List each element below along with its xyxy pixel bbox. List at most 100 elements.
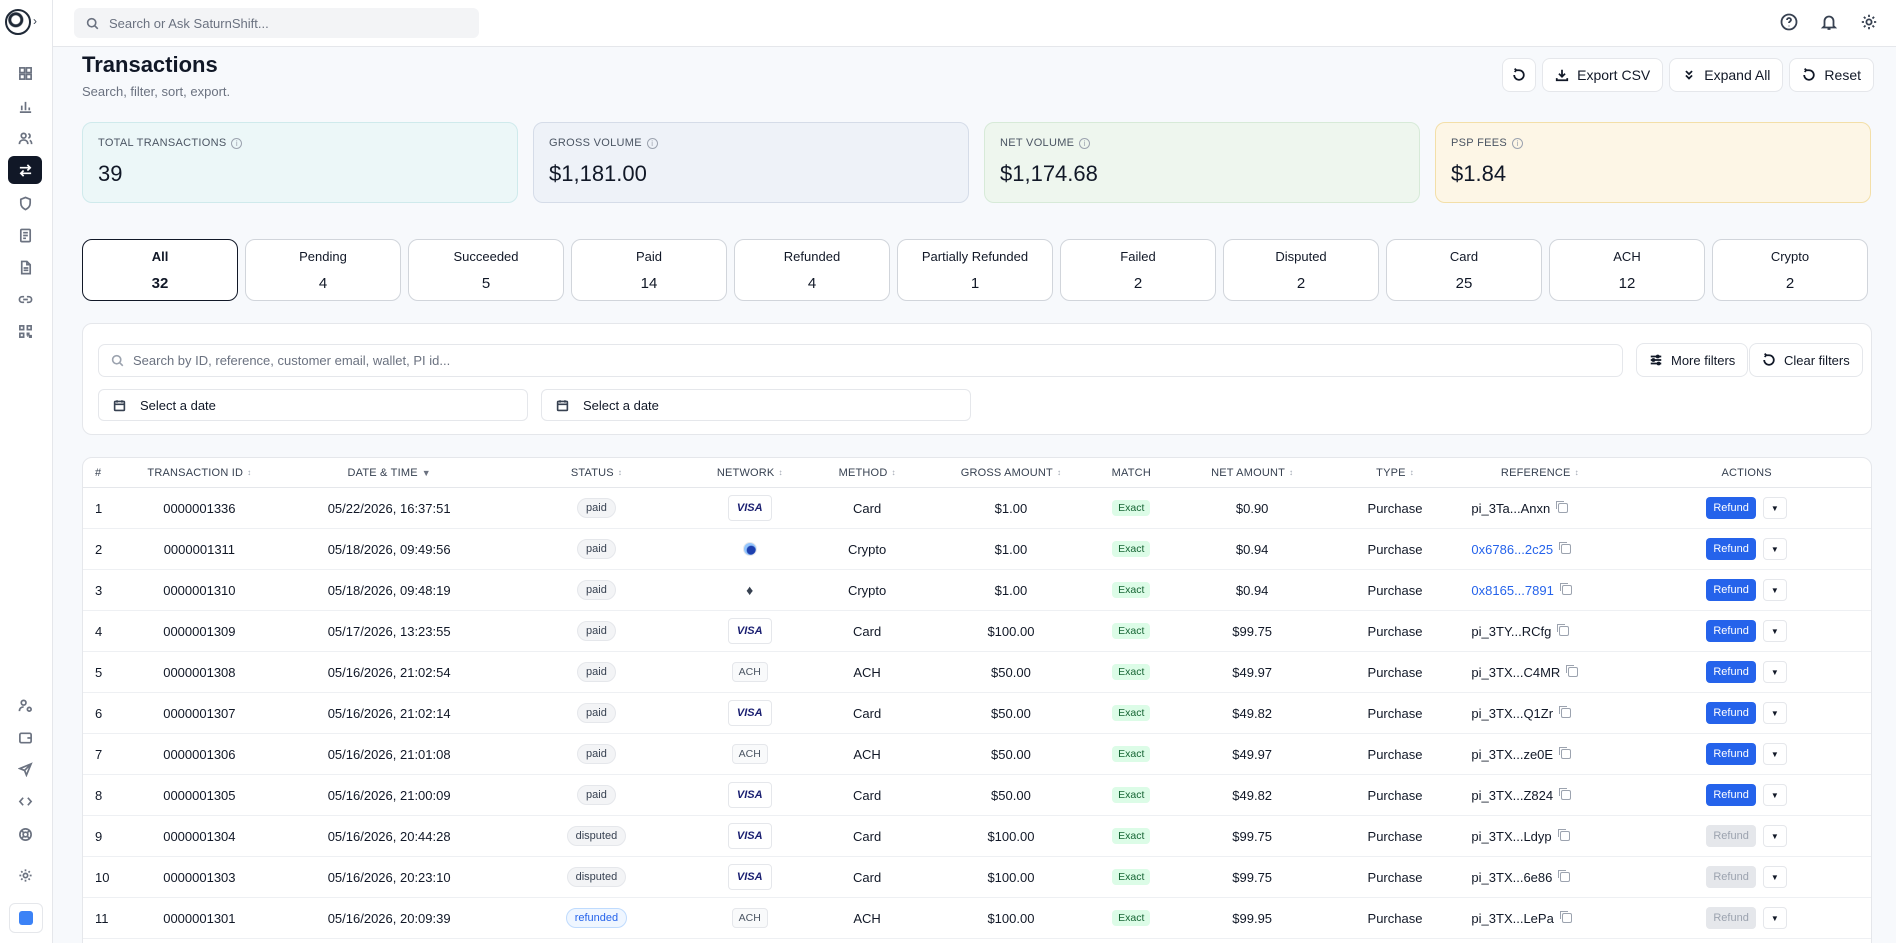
copy-icon[interactable]	[1559, 706, 1572, 718]
col-header-reference[interactable]: REFERENCE ↕	[1457, 467, 1622, 479]
transaction-id[interactable]: 0000001307	[117, 706, 282, 721]
copy-icon[interactable]	[1556, 501, 1569, 513]
copy-icon[interactable]	[1558, 870, 1571, 882]
row-menu-button[interactable]: ▼	[1762, 620, 1787, 642]
col-header-network[interactable]: NETWORK ↕	[696, 467, 803, 479]
col-header-method[interactable]: METHOD ↕	[803, 467, 931, 479]
row-menu-button[interactable]: ▼	[1762, 497, 1787, 519]
copy-icon[interactable]	[1559, 788, 1572, 800]
reset-button[interactable]: Reset	[1789, 58, 1874, 92]
refresh-button[interactable]	[1502, 58, 1537, 92]
transaction-id[interactable]: 0000001310	[117, 583, 282, 598]
sidebar-item-settings[interactable]	[8, 861, 42, 889]
row-menu-button[interactable]: ▼	[1762, 579, 1787, 601]
refund-button[interactable]: Refund	[1706, 784, 1756, 806]
row-menu-button[interactable]: ▼	[1762, 743, 1787, 765]
refund-button[interactable]: Refund	[1706, 743, 1756, 765]
table-row[interactable]: 4 0000001309 05/17/2026, 13:23:55 paid VISA C…	[83, 611, 1871, 652]
sidebar-item-wallet[interactable]	[8, 723, 42, 751]
copy-icon[interactable]	[1559, 911, 1572, 923]
sidebar-item-ledger[interactable]	[8, 221, 42, 249]
table-row[interactable]: 3 0000001310 05/18/2026, 09:48:19 paid ♦ Cryp…	[83, 570, 1871, 611]
table-row[interactable]: 6 0000001307 05/16/2026, 21:02:14 paid VISA C…	[83, 693, 1871, 734]
refund-button[interactable]: Refund	[1706, 825, 1756, 847]
refund-button[interactable]: Refund	[1706, 661, 1756, 683]
table-row[interactable]: 10 0000001303 05/16/2026, 20:23:10 disputed…	[83, 857, 1871, 898]
transaction-id[interactable]: 0000001301	[117, 911, 282, 926]
tab-pending[interactable]: Pending 4	[245, 239, 401, 301]
col-header-transaction-id[interactable]: TRANSACTION ID ↕	[117, 467, 282, 479]
info-icon[interactable]: i	[646, 137, 658, 149]
reference-value[interactable]: 0x8165...7891	[1471, 583, 1553, 598]
row-menu-button[interactable]: ▼	[1762, 784, 1787, 806]
tab-failed[interactable]: Failed 2	[1060, 239, 1216, 301]
table-row[interactable]: 5 0000001308 05/16/2026, 21:02:54 paid ACH AC…	[83, 652, 1871, 693]
settings-button[interactable]	[1860, 13, 1878, 31]
row-menu-button[interactable]: ▼	[1762, 702, 1787, 724]
sidebar-item-links[interactable]	[8, 285, 42, 313]
transaction-id[interactable]: 0000001308	[117, 665, 282, 680]
sidebar-item-support[interactable]	[8, 820, 42, 848]
sidebar-expand-icon[interactable]: ›	[33, 14, 37, 28]
refund-button[interactable]: Refund	[1706, 620, 1756, 642]
row-menu-button[interactable]: ▼	[1762, 866, 1787, 888]
more-filters-button[interactable]: More filters	[1636, 343, 1749, 377]
clear-filters-button[interactable]: Clear filters	[1749, 343, 1863, 377]
transaction-id[interactable]: 0000001311	[117, 542, 282, 557]
transaction-id[interactable]: 0000001306	[117, 747, 282, 762]
transaction-id[interactable]: 0000001303	[117, 870, 282, 885]
table-row[interactable]: 1 0000001336 05/22/2026, 16:37:51 paid VISA C…	[83, 488, 1871, 529]
row-menu-button[interactable]: ▼	[1762, 661, 1787, 683]
tab-paid[interactable]: Paid 14	[571, 239, 727, 301]
info-icon[interactable]: i	[1512, 137, 1523, 149]
col-header-net-amount[interactable]: NET AMOUNT ↕	[1172, 467, 1333, 479]
refund-button[interactable]: Refund	[1706, 538, 1756, 560]
tab-partially-refunded[interactable]: Partially Refunded 1	[897, 239, 1053, 301]
refund-button[interactable]: Refund	[1706, 579, 1756, 601]
sidebar-item-qr[interactable]	[8, 317, 42, 345]
sidebar-item-send[interactable]	[8, 755, 42, 783]
table-row[interactable]: 8 0000001305 05/16/2026, 21:00:09 paid VISA C…	[83, 775, 1871, 816]
transaction-id[interactable]: 0000001336	[117, 501, 282, 516]
tab-disputed[interactable]: Disputed 2	[1223, 239, 1379, 301]
row-menu-button[interactable]: ▼	[1762, 907, 1787, 929]
global-search[interactable]: Search or Ask SaturnShift...	[74, 8, 479, 38]
export-csv-button[interactable]: Export CSV	[1542, 58, 1664, 92]
table-row[interactable]: 7 0000001306 05/16/2026, 21:01:08 paid ACH AC…	[83, 734, 1871, 775]
sidebar-item-analytics[interactable]	[8, 92, 42, 120]
info-icon[interactable]: i	[1079, 137, 1091, 149]
transaction-search-input[interactable]: Search by ID, reference, customer email,…	[98, 344, 1623, 377]
reference-value[interactable]: 0x6786...2c25	[1471, 542, 1553, 557]
sidebar-item-transactions[interactable]	[8, 156, 42, 184]
copy-icon[interactable]	[1559, 583, 1572, 595]
refund-button[interactable]: Refund	[1706, 907, 1756, 929]
expand-all-button[interactable]: Expand All	[1669, 58, 1784, 92]
table-row[interactable]: 9 0000001304 05/16/2026, 20:44:28 disputed V…	[83, 816, 1871, 857]
col-header-gross-amount[interactable]: GROSS AMOUNT ↕	[931, 467, 1091, 479]
copy-icon[interactable]	[1566, 665, 1579, 677]
sidebar-item-security[interactable]	[8, 189, 42, 217]
tab-crypto[interactable]: Crypto 2	[1712, 239, 1868, 301]
refund-button[interactable]: Refund	[1706, 866, 1756, 888]
date-to-picker[interactable]: Select a date	[541, 389, 971, 421]
col-header-date-time[interactable]: DATE & TIME ▼	[282, 467, 497, 479]
transaction-id[interactable]: 0000001304	[117, 829, 282, 844]
app-logo[interactable]	[5, 9, 31, 35]
row-menu-button[interactable]: ▼	[1762, 538, 1787, 560]
transaction-id[interactable]: 0000001309	[117, 624, 282, 639]
notifications-button[interactable]	[1820, 13, 1838, 31]
sidebar-item-customers[interactable]	[8, 124, 42, 152]
copy-icon[interactable]	[1559, 747, 1572, 759]
copy-icon[interactable]	[1557, 624, 1570, 636]
refund-button[interactable]: Refund	[1706, 702, 1756, 724]
refund-button[interactable]: Refund	[1706, 497, 1756, 519]
copy-icon[interactable]	[1559, 542, 1572, 554]
col-header-status[interactable]: STATUS ↕	[497, 467, 697, 479]
tab-refunded[interactable]: Refunded 4	[734, 239, 890, 301]
app-switcher-button[interactable]	[9, 903, 43, 933]
date-from-picker[interactable]: Select a date	[98, 389, 528, 421]
info-icon[interactable]: i	[231, 137, 243, 149]
sidebar-item-documents[interactable]	[8, 253, 42, 281]
sidebar-item-developers[interactable]	[8, 787, 42, 815]
tab-card[interactable]: Card 25	[1386, 239, 1542, 301]
